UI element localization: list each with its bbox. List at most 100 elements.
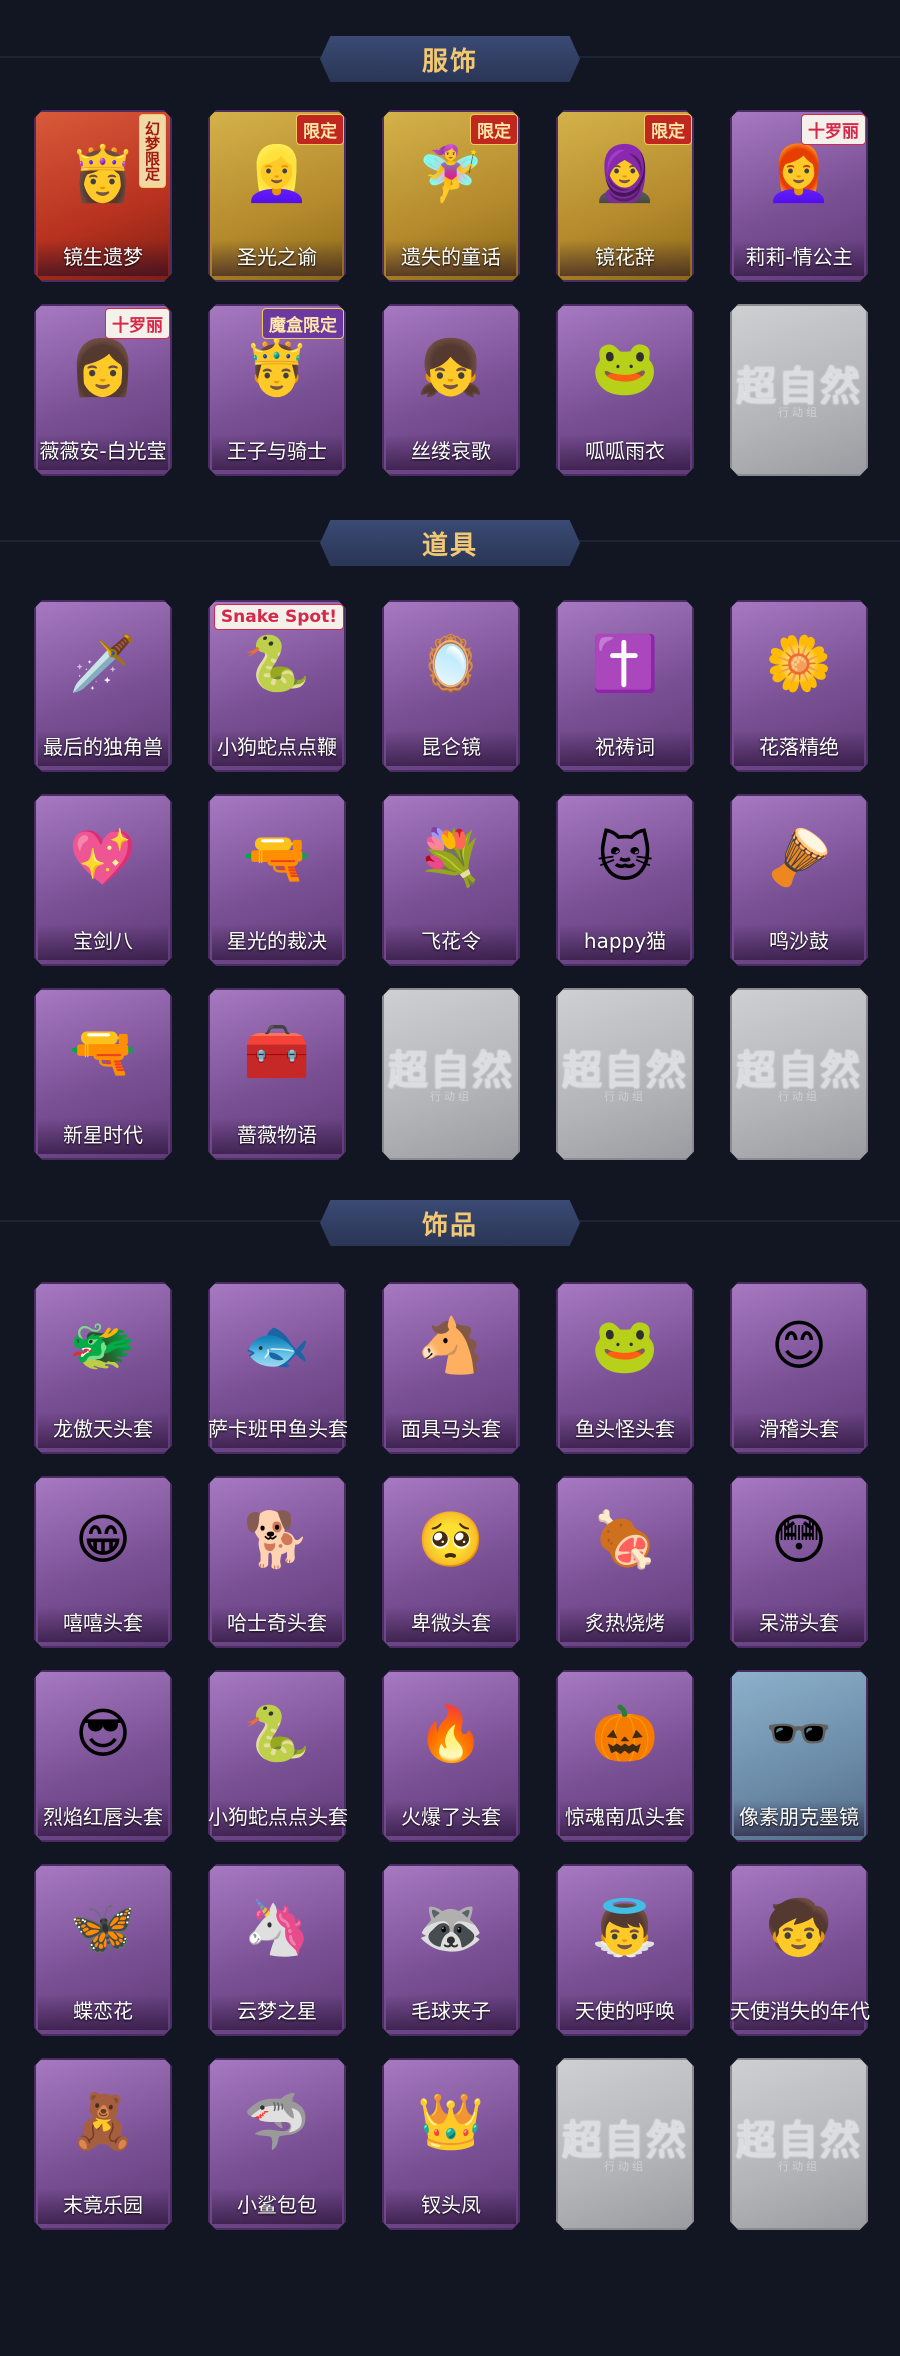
item-label: 鱼头怪头套	[575, 1417, 675, 1441]
item-card[interactable]: 🥺 卑微头套	[382, 1476, 520, 1648]
item-card[interactable]: 😊 滑稽头套	[730, 1282, 868, 1454]
item-card[interactable]: ✝️ 祝祷词	[556, 600, 694, 772]
item-card[interactable]: 🐸 呱呱雨衣	[556, 304, 694, 476]
item-art-icon: 🦋	[69, 1896, 137, 1959]
locked-item-card[interactable]: 超自然 行动组	[730, 988, 868, 1160]
item-label: 最后的独角兽	[43, 735, 163, 759]
item-card[interactable]: 🪞 昆仑镜	[382, 600, 520, 772]
locked-item-card[interactable]: 超自然 行动组	[730, 2058, 868, 2230]
item-card[interactable]: 🐴 面具马头套	[382, 1282, 520, 1454]
section-title-plate: 饰品	[320, 1200, 580, 1246]
item-label: 卑微头套	[411, 1611, 491, 1635]
section-header-clothing: 服饰	[0, 16, 900, 102]
item-art-icon: 🐍	[243, 1702, 311, 1765]
section-header-accessories: 饰品	[0, 1180, 900, 1266]
item-card[interactable]: 🦈 小鲨包包	[208, 2058, 346, 2230]
item-label: 圣光之谕	[237, 245, 317, 269]
item-card[interactable]: 🔫 星光的裁决	[208, 794, 346, 966]
item-card[interactable]: 🐲 龙傲天头套	[34, 1282, 172, 1454]
item-art-icon: 🧰	[243, 1020, 311, 1083]
locked-item-card[interactable]: 超自然 行动组	[556, 2058, 694, 2230]
item-card[interactable]: 👑 钗头凤	[382, 2058, 520, 2230]
item-label: happy猫	[583, 929, 667, 953]
limited-badge: 十罗丽	[105, 308, 170, 339]
item-art-icon: 😁	[74, 1508, 132, 1571]
limited-badge: 限定	[470, 114, 518, 145]
placeholder-watermark-sub: 行动组	[778, 2160, 820, 2173]
placeholder-watermark-sub: 行动组	[604, 1090, 646, 1103]
item-label: 蔷薇物语	[237, 1123, 317, 1147]
item-card[interactable]: 🍖 炙热烧烤	[556, 1476, 694, 1648]
item-art-icon: 🐸	[591, 336, 659, 399]
item-label: 小狗蛇点点头套	[208, 1805, 348, 1829]
item-card[interactable]: 🦝 毛球夹子	[382, 1864, 520, 2036]
item-label: 萨卡班甲鱼头套	[208, 1417, 348, 1441]
item-label: 炙热烧烤	[585, 1611, 665, 1635]
item-card[interactable]: 👼 天使的呼唤	[556, 1864, 694, 2036]
item-card[interactable]: 🕶️ 像素朋克墨镜	[730, 1670, 868, 1842]
item-label: 王子与骑士	[227, 439, 327, 463]
section-title: 饰品	[421, 1210, 478, 1241]
item-label: 星光的裁决	[227, 929, 327, 953]
item-card[interactable]: 🎃 惊魂南瓜头套	[556, 1670, 694, 1842]
item-card[interactable]: 😳 呆滞头套	[730, 1476, 868, 1648]
item-label: 呱呱雨衣	[585, 439, 665, 463]
item-art-icon: 👼	[591, 1896, 659, 1959]
item-label: 末竟乐园	[63, 2193, 143, 2217]
locked-item-card[interactable]: 超自然 行动组	[730, 304, 868, 476]
item-label: 祝祷词	[595, 735, 655, 759]
item-card[interactable]: 🔥 火爆了头套	[382, 1670, 520, 1842]
item-card[interactable]: 👱‍♀️ 圣光之谕 限定	[208, 110, 346, 282]
item-card[interactable]: 🔫 新星时代	[34, 988, 172, 1160]
item-card[interactable]: 🧰 蔷薇物语	[208, 988, 346, 1160]
item-card[interactable]: 🐍 小狗蛇点点鞭 Snake Spot!	[208, 600, 346, 772]
item-art-icon: ✝️	[591, 632, 659, 695]
locked-item-card[interactable]: 超自然 行动组	[382, 988, 520, 1160]
item-card[interactable]: 👸 镜生遗梦 幻梦限定	[34, 110, 172, 282]
item-label: 宝剑八	[73, 929, 133, 953]
limited-badge: 十罗丽	[801, 114, 866, 145]
item-card[interactable]: 🪘 鸣沙鼓	[730, 794, 868, 966]
item-card[interactable]: 💖 宝剑八	[34, 794, 172, 966]
item-label: 龙傲天头套	[53, 1417, 153, 1441]
item-card[interactable]: 🗡️ 最后的独角兽	[34, 600, 172, 772]
item-art-icon: 🥺	[417, 1508, 485, 1571]
limited-badge: Snake Spot!	[213, 604, 344, 630]
item-card[interactable]: 👧 丝缕哀歌	[382, 304, 520, 476]
item-label: 嘻嘻头套	[63, 1611, 143, 1635]
item-label: 火爆了头套	[401, 1805, 501, 1829]
item-label: 花落精绝	[759, 735, 839, 759]
item-card[interactable]: 🧕 镜花辞 限定	[556, 110, 694, 282]
item-card[interactable]: 🐸 鱼头怪头套	[556, 1282, 694, 1454]
item-label: 滑稽头套	[759, 1417, 839, 1441]
item-label: 像素朋克墨镜	[739, 1805, 859, 1829]
item-label: 薇薇安-白光莹	[39, 439, 167, 463]
placeholder-watermark-sub: 行动组	[778, 406, 820, 419]
item-card[interactable]: 🐱 happy猫	[556, 794, 694, 966]
item-card[interactable]: 👩 薇薇安-白光莹 十罗丽	[34, 304, 172, 476]
placeholder-watermark-sub: 行动组	[778, 1090, 820, 1103]
item-label: 昆仑镜	[421, 735, 481, 759]
item-card[interactable]: 👩‍🦰 莉莉-情公主 十罗丽	[730, 110, 868, 282]
item-card[interactable]: 🐍 小狗蛇点点头套	[208, 1670, 348, 1842]
item-label: 镜生遗梦	[63, 245, 143, 269]
item-art-icon: 🔫	[69, 1020, 137, 1083]
item-card[interactable]: 🧒 天使消失的年代	[730, 1864, 870, 2036]
item-card[interactable]: 🦋 蝶恋花	[34, 1864, 172, 2036]
item-label: 惊魂南瓜头套	[565, 1805, 685, 1829]
section-title-plate: 道具	[320, 520, 580, 566]
item-card[interactable]: 😎 烈焰红唇头套	[34, 1670, 172, 1842]
locked-item-card[interactable]: 超自然 行动组	[556, 988, 694, 1160]
item-card[interactable]: 🐟 萨卡班甲鱼头套	[208, 1282, 348, 1454]
item-card[interactable]: 🦄 云梦之星	[208, 1864, 346, 2036]
item-card[interactable]: 🌼 花落精绝	[730, 600, 868, 772]
item-card[interactable]: 🤴 王子与骑士 魔盒限定	[208, 304, 346, 476]
item-art-icon: 💐	[417, 826, 485, 889]
item-card[interactable]: 🧚‍♀️ 遗失的童话 限定	[382, 110, 520, 282]
item-card[interactable]: 😁 嘻嘻头套	[34, 1476, 172, 1648]
item-card[interactable]: 🐕 哈士奇头套	[208, 1476, 346, 1648]
item-art-icon: 🪞	[417, 632, 485, 695]
item-card[interactable]: 🧸 末竟乐园	[34, 2058, 172, 2230]
item-label: 面具马头套	[401, 1417, 501, 1441]
item-card[interactable]: 💐 飞花令	[382, 794, 520, 966]
